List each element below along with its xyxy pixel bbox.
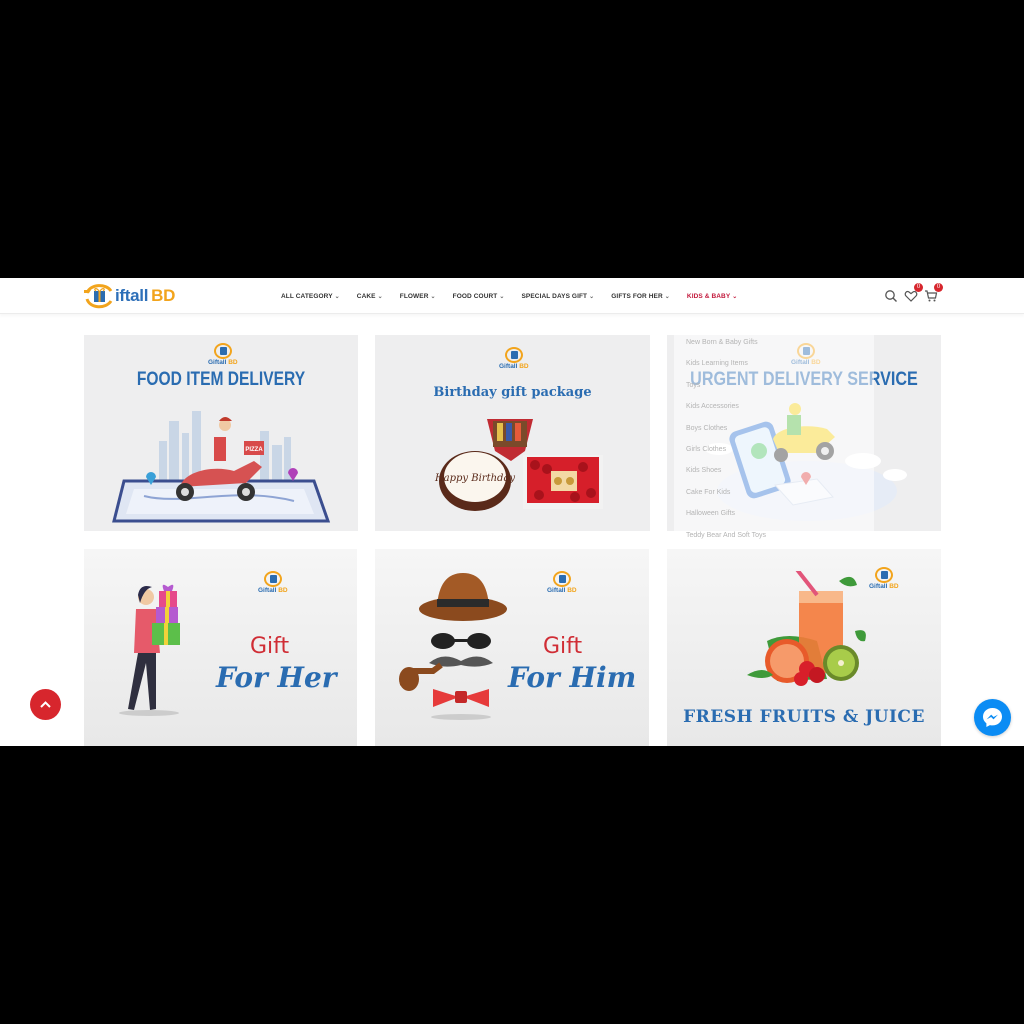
- mini-logo: Giftall BD: [208, 343, 238, 366]
- messenger-chat-button[interactable]: [974, 699, 1011, 736]
- nav-special-days-gift[interactable]: SPECIAL DAYS GIFT ⌄: [522, 293, 595, 300]
- chevron-down-icon: ⌄: [499, 293, 505, 300]
- nav-label: SPECIAL DAYS GIFT: [521, 292, 588, 300]
- nav-label: CAKE: [356, 292, 376, 300]
- dropdown-item[interactable]: Teddy Bear And Soft Toys: [674, 527, 874, 548]
- search-icon[interactable]: [884, 289, 898, 303]
- nav-label: FOOD COURT: [452, 292, 498, 300]
- delivery-scooter-illustration: PIZZA: [112, 411, 331, 523]
- wishlist-count-badge: 0: [914, 283, 923, 292]
- chevron-down-icon: ⌄: [664, 293, 670, 300]
- logo-wordmark: iftall BD: [115, 286, 175, 306]
- gift-subheading: For Him: [508, 661, 637, 694]
- gift-logo-icon: [84, 281, 114, 311]
- nav-kids-baby[interactable]: KIDS & BABY ⌄: [687, 293, 738, 300]
- gift-heading: Gift: [543, 634, 583, 659]
- pizza-box-label: PIZZA: [245, 447, 263, 453]
- main-nav: ALL CATEGORY ⌄ CAKE ⌄ FLOWER ⌄ FOOD COURT ⌄ …: [281, 278, 754, 314]
- kids-baby-dropdown: New Born & Baby Gifts Kids Learning Item…: [674, 334, 874, 548]
- food-delivery-banner[interactable]: Giftall BD FOOD ITEM DELIVERY PIZZA: [84, 335, 358, 531]
- mini-logo-text: Giftall: [258, 587, 277, 594]
- gift-subheading: For Her: [216, 661, 337, 694]
- birthday-gift-illustration: Happy Birthday: [434, 419, 603, 511]
- chevron-up-icon: [40, 701, 51, 708]
- mini-logo-text: Giftall: [499, 363, 518, 370]
- nav-label: GIFTS FOR HER: [611, 292, 663, 300]
- back-to-top-button[interactable]: [30, 689, 61, 720]
- nav-flower[interactable]: FLOWER ⌄: [400, 293, 436, 300]
- dropdown-item[interactable]: Toys: [674, 377, 874, 398]
- page-viewport: iftall BD ALL CATEGORY ⌄ CAKE ⌄ FLOWER ⌄ FOO…: [0, 278, 1024, 746]
- logo-word: iftall: [115, 286, 149, 305]
- mini-logo: Giftall BD: [258, 571, 288, 594]
- banner-title: Birthday gift package: [433, 385, 592, 400]
- nav-label: FLOWER: [399, 292, 429, 300]
- chevron-down-icon: ⌄: [430, 293, 436, 300]
- nav-label: ALL CATEGORY: [281, 292, 333, 300]
- fruits-juice-illustration: [747, 571, 866, 686]
- cake-inscription: Happy Birthday: [434, 473, 515, 484]
- dropdown-item[interactable]: New Born & Baby Gifts: [674, 334, 874, 355]
- cart-count-badge: 0: [934, 283, 943, 292]
- mini-logo-text: Giftall: [547, 587, 566, 594]
- mini-logo-suffix: BD: [228, 359, 238, 366]
- dropdown-item[interactable]: Cake For Kids: [674, 484, 874, 505]
- dropdown-item[interactable]: Girls Clothes: [674, 441, 874, 462]
- header-actions: 0 0: [884, 283, 943, 308]
- gift-for-her-banner[interactable]: Giftall BD Gift For Her: [84, 549, 357, 746]
- dropdown-item[interactable]: Halloween Gifts: [674, 505, 874, 526]
- logo-suffix: BD: [151, 286, 176, 305]
- nav-cake[interactable]: CAKE ⌄: [357, 293, 383, 300]
- banner-title: FOOD ITEM DELIVERY: [136, 369, 306, 390]
- mini-logo: Giftall BD: [547, 571, 577, 594]
- heart-icon[interactable]: 0: [904, 283, 923, 303]
- cart-icon[interactable]: 0: [924, 283, 943, 303]
- chevron-down-icon: ⌄: [334, 293, 340, 300]
- mini-logo-suffix: BD: [278, 587, 288, 594]
- mini-logo-suffix: BD: [567, 587, 577, 594]
- nav-label: KIDS & BABY: [686, 292, 731, 300]
- nav-all-category[interactable]: ALL CATEGORY ⌄: [281, 293, 340, 300]
- dropdown-item[interactable]: Kids Shoes: [674, 462, 874, 483]
- dropdown-item[interactable]: Kids Learning Items: [674, 355, 874, 376]
- dropdown-item[interactable]: Kids Accessories: [674, 398, 874, 419]
- chevron-down-icon: ⌄: [732, 293, 738, 300]
- mini-logo-text: Giftall: [208, 359, 227, 366]
- chevron-down-icon: ⌄: [589, 293, 595, 300]
- woman-with-gifts-illustration: [119, 584, 180, 716]
- gentleman-accessories-illustration: [399, 573, 507, 720]
- messenger-icon: [983, 708, 1002, 727]
- fresh-fruits-banner[interactable]: Giftall BD FRESH FRUITS & JUICE: [667, 549, 941, 746]
- gift-heading: Gift: [250, 634, 290, 659]
- dropdown-item[interactable]: Boys Clothes: [674, 420, 874, 441]
- nav-food-court[interactable]: FOOD COURT ⌄: [453, 293, 505, 300]
- mini-logo: Giftall BD: [499, 347, 529, 370]
- site-header: iftall BD ALL CATEGORY ⌄ CAKE ⌄ FLOWER ⌄ FOO…: [0, 278, 1024, 314]
- mini-logo-suffix: BD: [519, 363, 529, 370]
- chevron-down-icon: ⌄: [377, 293, 383, 300]
- banner-title: FRESH FRUITS & JUICE: [683, 707, 925, 727]
- birthday-package-banner[interactable]: Giftall BD Birthday gift package Happy B…: [375, 335, 650, 531]
- nav-gifts-for-her[interactable]: GIFTS FOR HER ⌄: [611, 293, 670, 300]
- site-logo[interactable]: iftall BD: [84, 280, 175, 312]
- gift-for-him-banner[interactable]: Giftall BD Gift For Him: [375, 549, 649, 746]
